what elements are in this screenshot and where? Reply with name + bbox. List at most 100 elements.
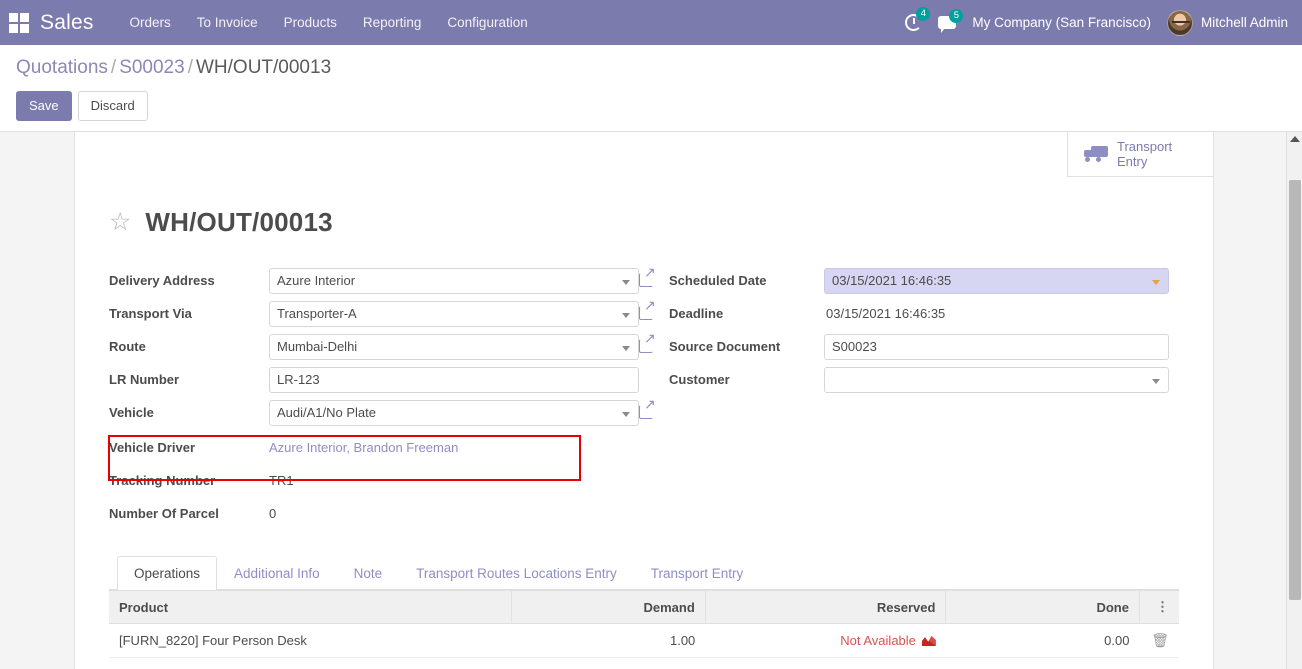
external-link-icon-vehicle[interactable]: [639, 397, 657, 419]
add-line-row: Add a line: [109, 658, 1179, 669]
discard-button[interactable]: Discard: [77, 91, 148, 121]
field-label-lr-number: LR Number: [109, 372, 180, 387]
menu-item-to-invoice[interactable]: To Invoice: [197, 15, 258, 30]
page-title: WH/OUT/00013: [145, 207, 333, 237]
external-link-icon-transport-via[interactable]: [639, 298, 657, 320]
field-label-tracking-number: Tracking Number: [109, 473, 216, 488]
column-header-product[interactable]: Product: [109, 590, 512, 624]
field-label-number-of-parcel: Number Of Parcel: [109, 506, 219, 521]
tab-operations[interactable]: Operations: [117, 556, 218, 590]
field-customer: Customer: [669, 363, 1179, 396]
cell-product[interactable]: [FURN_8220] Four Person Desk: [109, 623, 512, 658]
tab-note[interactable]: Note: [337, 556, 400, 590]
user-menu[interactable]: Mitchell Admin: [1166, 9, 1288, 36]
activities-badge: 4: [916, 7, 931, 21]
breadcrumb-item-s00023[interactable]: S00023: [119, 57, 185, 78]
messages-badge: 5: [949, 9, 964, 23]
external-link-column: [639, 264, 669, 530]
source-document-input[interactable]: S00023: [824, 333, 1169, 360]
column-header-reserved[interactable]: Reserved: [704, 590, 946, 624]
column-header-done[interactable]: Done: [945, 590, 1140, 624]
breadcrumb: Quotations / S00023/WH/OUT/00013: [16, 57, 1286, 79]
transport-via-input[interactable]: Transporter-A: [269, 300, 639, 327]
column-header-demand[interactable]: Demand: [511, 590, 706, 624]
notebook-tabs: Operations Additional Info Note Transpor…: [109, 556, 1179, 590]
route-input[interactable]: Mumbai-Delhi: [269, 333, 639, 360]
field-delivery-address: Delivery Address Azure Interior: [109, 264, 639, 297]
breadcrumb-item-current: WH/OUT/00013: [195, 57, 332, 78]
cell-reserved-text: Not Available: [840, 633, 916, 648]
column-options-toggle[interactable]: ⋮: [1138, 590, 1179, 624]
breadcrumb-separator-1: /: [110, 57, 117, 78]
tracking-number-value: TR1: [269, 473, 294, 488]
save-button[interactable]: Save: [16, 91, 72, 121]
avatar: [1166, 9, 1193, 36]
external-link-icon-delivery-address[interactable]: [639, 265, 657, 287]
add-a-line-button[interactable]: Add a line: [109, 658, 189, 669]
record-title-row: ☆ WH/OUT/00013: [109, 207, 1179, 238]
menu-item-reporting[interactable]: Reporting: [363, 15, 422, 30]
field-lr-number: LR Number LR-123: [109, 363, 639, 396]
vehicle-input[interactable]: Audi/A1/No Plate: [269, 399, 639, 426]
control-panel: Quotations / S00023/WH/OUT/00013 Save Disc…: [0, 45, 1302, 152]
field-label-delivery-address: Delivery Address: [109, 273, 215, 288]
smart-button-transport-entry[interactable]: Transport Entry: [1067, 132, 1213, 177]
scrollbar-thumb[interactable]: [1289, 180, 1301, 600]
apps-grid-icon[interactable]: [6, 10, 32, 36]
field-label-source-document: Source Document: [669, 339, 781, 354]
field-scheduled-date: Scheduled Date 03/15/2021 16:46:35: [669, 264, 1179, 297]
add-line-cell: Add a line: [109, 658, 1179, 669]
field-label-transport-via: Transport Via: [109, 306, 192, 321]
field-number-of-parcel: Number Of Parcel 0: [109, 497, 639, 530]
field-label-deadline: Deadline: [669, 306, 724, 321]
field-vehicle-driver: Vehicle Driver Azure Interior, Brandon F…: [109, 431, 639, 464]
messages-button[interactable]: 5: [938, 9, 964, 33]
trash-icon[interactable]: 🗑: [1151, 632, 1169, 648]
company-switcher[interactable]: My Company (San Francisco): [972, 15, 1151, 30]
scroll-up-arrow-icon[interactable]: [1289, 136, 1300, 142]
field-label-customer: Customer: [669, 372, 730, 387]
delivery-address-input[interactable]: Azure Interior: [269, 267, 639, 294]
table-header-row: Product Demand Reserved Done ⋮: [109, 590, 1179, 624]
menu-item-orders[interactable]: Orders: [130, 15, 171, 30]
form-columns: Delivery Address Azure Interior Transpor…: [108, 264, 1179, 530]
field-route: Route Mumbai-Delhi: [109, 330, 639, 363]
field-label-vehicle: Vehicle: [109, 405, 154, 420]
tab-additional-info[interactable]: Additional Info: [217, 556, 337, 590]
scheduled-date-input[interactable]: 03/15/2021 16:46:35: [824, 267, 1169, 294]
vertical-scrollbar[interactable]: [1286, 132, 1302, 669]
lr-number-input[interactable]: LR-123: [269, 366, 639, 393]
tab-transport-routes-locations-entry[interactable]: Transport Routes Locations Entry: [399, 556, 634, 590]
form-right-column: Scheduled Date 03/15/2021 16:46:35 Deadl…: [669, 264, 1179, 530]
smart-button-label: Transport Entry: [1117, 139, 1172, 169]
app-brand-sales[interactable]: Sales: [40, 11, 94, 35]
form-sheet: Transport Entry ☆ WH/OUT/00013 Delivery …: [74, 132, 1214, 669]
top-navbar: Sales Orders To Invoice Products Reporti…: [0, 0, 1302, 45]
external-link-icon-route[interactable]: [639, 331, 657, 353]
table-row[interactable]: [FURN_8220] Four Person Desk 1.00 Not Av…: [109, 623, 1179, 658]
activities-button[interactable]: 4: [905, 7, 931, 31]
vehicle-driver-value[interactable]: Azure Interior, Brandon Freeman: [269, 440, 458, 455]
operations-lines-table: Product Demand Reserved Done ⋮ [FURN_822…: [109, 590, 1179, 669]
cell-done[interactable]: 0.00: [945, 623, 1140, 658]
field-deadline: Deadline 03/15/2021 16:46:35: [669, 297, 1179, 330]
cell-reserved[interactable]: Not Available: [705, 623, 946, 658]
cell-demand[interactable]: 1.00: [511, 623, 706, 658]
smart-button-label-line1: Transport: [1117, 139, 1173, 154]
truck-icon: [1082, 146, 1108, 162]
cell-delete[interactable]: 🗑: [1139, 623, 1179, 658]
breadcrumb-item-quotations[interactable]: Quotations: [16, 57, 108, 78]
menu-item-configuration[interactable]: Configuration: [447, 15, 527, 30]
star-outline-icon[interactable]: ☆: [109, 210, 131, 235]
customer-input[interactable]: [824, 366, 1169, 393]
menu-item-products[interactable]: Products: [284, 15, 337, 30]
kebab-menu-icon[interactable]: ⋮: [1156, 599, 1169, 614]
navbar-right: 4 5 My Company (San Francisco) Mitchell …: [905, 7, 1288, 36]
field-vehicle: Vehicle Audi/A1/No Plate: [109, 396, 639, 429]
page-body: Transport Entry ☆ WH/OUT/00013 Delivery …: [0, 132, 1302, 669]
tab-transport-entry[interactable]: Transport Entry: [634, 556, 761, 590]
number-of-parcel-value: 0: [269, 506, 277, 521]
field-tracking-number: Tracking Number TR1: [109, 464, 639, 497]
area-chart-icon: [921, 635, 936, 646]
breadcrumb-separator-2: /: [187, 57, 193, 78]
